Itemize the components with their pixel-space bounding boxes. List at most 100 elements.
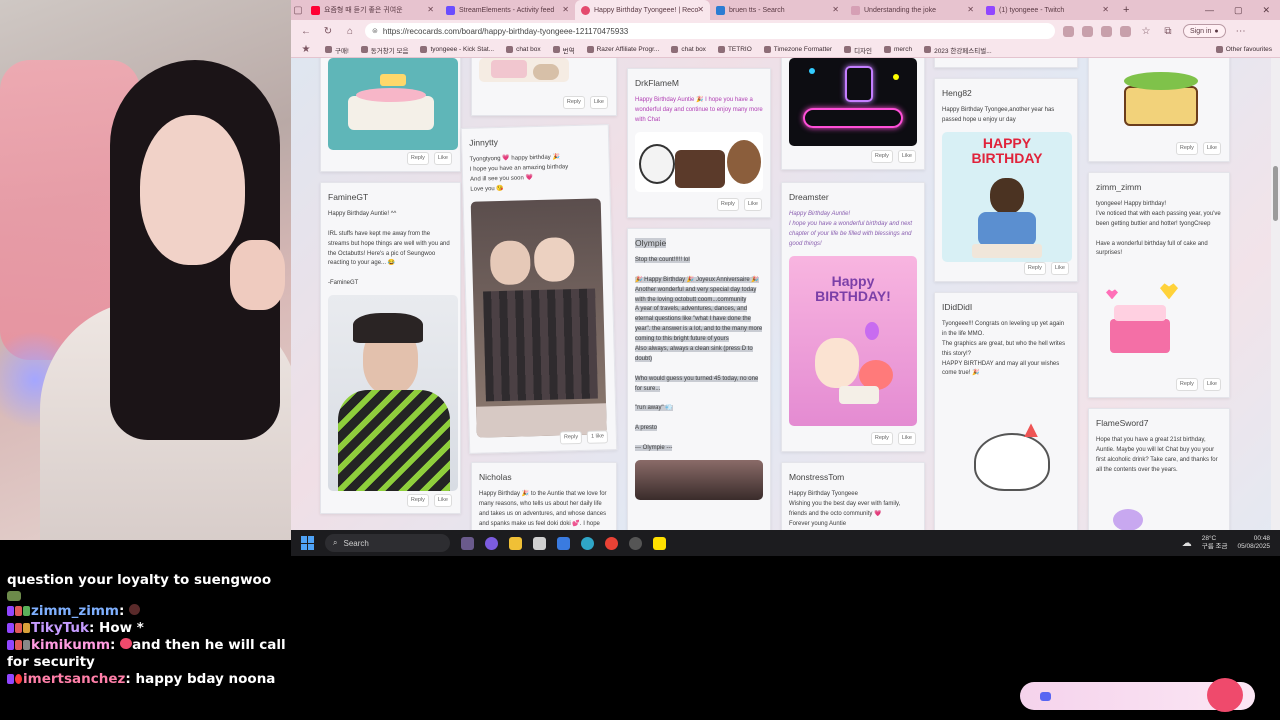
like-button[interactable]: Like xyxy=(743,197,762,211)
like-button[interactable]: Like xyxy=(897,431,916,445)
like-button[interactable]: Like xyxy=(433,151,452,165)
close-icon[interactable]: ✕ xyxy=(967,5,974,14)
extension-icon[interactable] xyxy=(1120,25,1131,37)
reply-button[interactable]: Reply xyxy=(1175,141,1198,155)
like-button[interactable]: Like xyxy=(897,149,916,163)
like-button[interactable]: 1 like xyxy=(586,430,609,444)
chat-app-icon[interactable] xyxy=(485,536,498,550)
scrollbar[interactable] xyxy=(1271,58,1280,530)
sign-in-button[interactable]: Sign in ● xyxy=(1183,24,1226,38)
bookmark-item[interactable]: Razer Affiliate Progr... xyxy=(586,46,659,53)
image-caption: HAPPY BIRTHDAY xyxy=(971,134,1043,167)
like-button[interactable]: Like xyxy=(433,493,452,507)
minimize-icon[interactable]: — xyxy=(1205,5,1214,16)
close-icon[interactable]: ✕ xyxy=(562,5,569,14)
menu-icon[interactable]: ⋯ xyxy=(1234,26,1248,37)
bookmark-item[interactable]: TETRIO xyxy=(717,46,752,53)
bookmark-item[interactable]: 동거창기 모음 xyxy=(360,45,408,55)
bookmark-icon xyxy=(420,46,428,53)
edge-icon[interactable] xyxy=(581,536,594,550)
bookmark-item[interactable]: tyongeee - Kick Stat... xyxy=(420,46,494,53)
bookmark-item[interactable]: Timezone Formatter xyxy=(763,46,832,53)
close-window-icon[interactable]: ✕ xyxy=(1262,5,1270,16)
bookmark-item[interactable]: merch xyxy=(884,46,912,53)
file-explorer-icon[interactable] xyxy=(509,536,522,550)
start-button[interactable] xyxy=(301,536,315,550)
bookmark-item[interactable]: 구매! xyxy=(325,45,349,55)
card-author: FamineGT xyxy=(328,192,369,202)
tab-0[interactable]: 요즘형 때 듣기 좋은 귀여운 ✕ xyxy=(305,0,440,20)
badge-icon xyxy=(7,674,14,684)
card-jinnytty: Jinnytty Tyongtyong 💗 happy birthday 🎉 I… xyxy=(460,124,618,454)
bookmark-star-icon[interactable]: ★ xyxy=(299,44,313,55)
taskbar-search[interactable]: ⌕ Search xyxy=(325,534,450,552)
collections-icon[interactable]: ⧉ xyxy=(1161,26,1175,37)
reply-button[interactable]: Reply xyxy=(562,95,585,109)
streamer-face xyxy=(140,115,245,265)
extension-icon[interactable] xyxy=(1063,25,1074,37)
site-info-icon[interactable]: ⊜ xyxy=(372,27,378,35)
new-tab-button[interactable]: + xyxy=(1115,4,1137,16)
tab-3[interactable]: bruen tts - Search ✕ xyxy=(710,0,845,20)
extension-icon[interactable] xyxy=(1101,25,1112,37)
like-button[interactable]: Like xyxy=(1202,141,1221,155)
tab-1[interactable]: StreamElements - Activity feed ✕ xyxy=(440,0,575,20)
home-icon[interactable]: ⌂ xyxy=(343,26,357,37)
other-favourites[interactable]: Other favourites xyxy=(1215,46,1272,53)
like-button[interactable]: Like xyxy=(1202,377,1221,391)
favorites-icon[interactable]: ☆ xyxy=(1139,26,1153,37)
tab-5[interactable]: (1) tyongeee - Twitch ✕ xyxy=(980,0,1115,20)
image-caption: Happy BIRTHDAY! xyxy=(815,272,891,304)
bookmark-item[interactable]: chat box xyxy=(671,46,706,53)
back-icon[interactable]: ← xyxy=(299,26,313,37)
clock[interactable]: 00:48 05/08/2025 xyxy=(1237,535,1270,552)
like-button[interactable]: Like xyxy=(1050,261,1069,275)
snipping-tool-icon[interactable] xyxy=(557,536,570,550)
tab-actions-icon[interactable]: ▢ xyxy=(291,5,305,16)
chrome-icon[interactable] xyxy=(605,536,618,550)
tab-4[interactable]: Understanding the joke ✕ xyxy=(845,0,980,20)
weather-widget[interactable]: 28°C 구름 조금 xyxy=(1202,535,1228,551)
bookmark-item[interactable]: 2023 한강페스티벌... xyxy=(924,45,992,55)
reply-button[interactable]: Reply xyxy=(1023,261,1046,275)
chat-message: imertsanchez: happy bday noona xyxy=(7,671,291,688)
bookmark-item[interactable]: chat box xyxy=(506,46,541,53)
emote-icon xyxy=(120,638,133,649)
like-button[interactable]: Like xyxy=(589,95,608,109)
extension-icon[interactable] xyxy=(1082,25,1093,37)
badge-icon xyxy=(15,640,22,650)
obs-icon[interactable] xyxy=(629,536,642,550)
url-text: https://recocards.com/board/happy-birthd… xyxy=(382,26,629,36)
bookmark-item[interactable]: 번역 xyxy=(552,45,575,55)
reply-button[interactable]: Reply xyxy=(1175,377,1198,391)
card-author: Jinnytty xyxy=(469,137,499,148)
maximize-icon[interactable]: ▢ xyxy=(1234,5,1243,16)
tab-2-active[interactable]: Happy Birthday Tyongeee! | Reco ✕ xyxy=(575,0,710,20)
badge-icon xyxy=(15,674,22,684)
scrollbar-thumb[interactable] xyxy=(1273,166,1278,221)
bookmark-icon xyxy=(671,46,679,53)
reply-button[interactable]: Reply xyxy=(870,431,893,445)
kakaotalk-icon[interactable] xyxy=(653,536,666,550)
reply-button[interactable]: Reply xyxy=(559,430,583,445)
reply-button[interactable]: Reply xyxy=(406,493,429,507)
card-message: Tyongtyong 💗 happy birthday 🎉 I hope you… xyxy=(469,154,569,193)
close-icon[interactable]: ✕ xyxy=(832,5,839,14)
notepad-icon[interactable] xyxy=(533,536,546,550)
task-view-icon[interactable] xyxy=(461,536,474,550)
streamelements-icon xyxy=(446,5,455,15)
reply-button[interactable]: Reply xyxy=(870,149,893,163)
tab-label: (1) tyongeee - Twitch xyxy=(999,6,1065,14)
card-author: MonstressTom xyxy=(789,472,845,482)
bookmark-item[interactable]: 디자인 xyxy=(844,45,872,55)
folder-icon xyxy=(360,46,368,53)
reply-button[interactable]: Reply xyxy=(406,151,429,165)
card-cake-top: Reply Like xyxy=(320,58,461,172)
url-field[interactable]: ⊜ https://recocards.com/board/happy-birth… xyxy=(365,23,1055,39)
webcam-feed xyxy=(0,0,291,540)
close-icon[interactable]: ✕ xyxy=(697,5,704,14)
close-icon[interactable]: ✕ xyxy=(1102,5,1109,14)
reload-icon[interactable]: ↻ xyxy=(321,26,335,37)
close-icon[interactable]: ✕ xyxy=(427,5,434,14)
reply-button[interactable]: Reply xyxy=(716,197,739,211)
